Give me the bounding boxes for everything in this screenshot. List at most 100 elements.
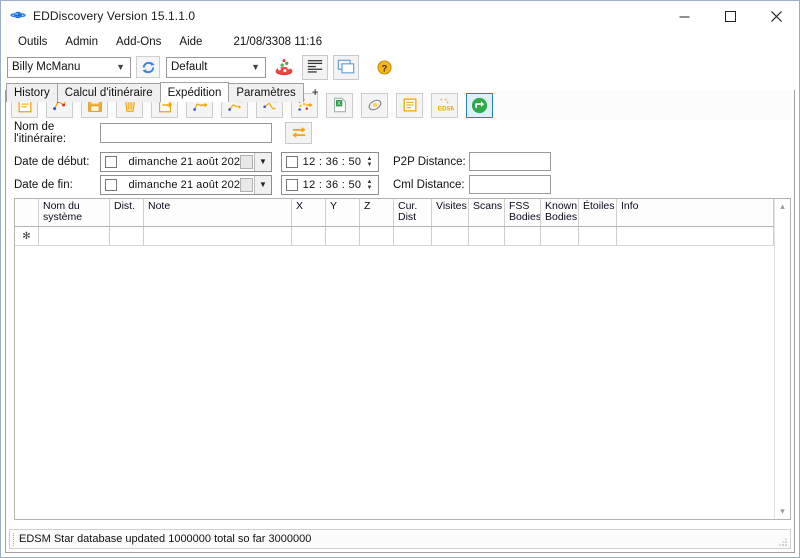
end-time-picker[interactable]: 12 : 36 : 50 ▲ ▼ <box>281 174 379 195</box>
cell-col-known-bodies[interactable] <box>541 227 579 245</box>
col-info[interactable]: Info <box>617 199 774 226</box>
end-date-checkbox[interactable] <box>105 178 117 191</box>
row-header-cell[interactable]: ✻ <box>15 227 39 245</box>
cell-col-scans[interactable] <box>469 227 505 245</box>
chevron-down-icon: ▼ <box>116 62 125 72</box>
menu-outils[interactable]: Outils <box>9 34 56 50</box>
edsm-sync-button[interactable]: + + + EDSM <box>431 92 458 118</box>
commander-value: Billy McManu <box>12 61 81 73</box>
window-controls <box>661 1 799 31</box>
p2p-distance-label: P2P Distance: <box>393 155 466 168</box>
col-z[interactable]: Z <box>360 199 394 226</box>
col-dist[interactable]: Dist. <box>110 199 144 226</box>
minimize-button[interactable] <box>661 1 707 31</box>
tab-calcul-itineraire[interactable]: Calcul d'itinéraire <box>56 83 161 102</box>
swap-route-button[interactable] <box>285 121 312 144</box>
menu-admin[interactable]: Admin <box>56 34 107 50</box>
start-date-day: 21 <box>180 155 194 168</box>
window-panel-button[interactable] <box>333 54 359 80</box>
start-date-month: août <box>196 155 219 168</box>
cell-col-z[interactable] <box>360 227 394 245</box>
start-time-spinner[interactable]: ▲ ▼ <box>362 154 377 170</box>
cell-col-x[interactable] <box>292 227 326 245</box>
title-bar: EDDiscovery Version 15.1.1.0 <box>1 1 799 31</box>
cell-col-system-name[interactable] <box>39 227 110 245</box>
end-date-dropdown-icon[interactable]: ▼ <box>254 175 271 194</box>
report-button[interactable] <box>302 54 328 80</box>
start-date-checkbox[interactable] <box>105 155 117 168</box>
cell-col-y[interactable] <box>326 227 360 245</box>
menu-aide[interactable]: Aide <box>170 34 211 50</box>
end-date-picker[interactable]: dimanche 21 août 2022 ▼ <box>100 174 272 195</box>
green-arrow-circle-icon <box>471 97 488 113</box>
col-system-name[interactable]: Nom du système <box>39 199 110 226</box>
notes-button[interactable] <box>396 92 423 118</box>
layout-value: Default <box>171 61 208 73</box>
start-date-row: Date de début: dimanche 21 août 2022 ▼ 1… <box>6 151 794 172</box>
3d-map-button[interactable] <box>271 55 297 80</box>
tab-history[interactable]: History <box>6 83 58 102</box>
col-x[interactable]: X <box>292 199 326 226</box>
route-name-input[interactable] <box>100 122 272 143</box>
commander-select[interactable]: Billy McManu ▼ <box>7 56 131 78</box>
cell-col-visites[interactable] <box>432 227 469 245</box>
col-y[interactable]: Y <box>326 199 360 226</box>
route-name-label: Nom de l'itinéraire: <box>14 120 67 145</box>
scroll-down-icon[interactable]: ▾ <box>780 506 785 517</box>
galaxy-search-button[interactable] <box>361 92 388 118</box>
route-grid-scrollbar[interactable]: ▴ ▾ <box>774 199 790 519</box>
start-date-picker[interactable]: dimanche 21 août 2022 ▼ <box>100 151 272 172</box>
scroll-up-icon[interactable]: ▴ <box>780 201 785 212</box>
expedition-page: N N <box>5 90 795 553</box>
tab-add[interactable]: + <box>303 83 328 102</box>
status-bar: EDSM Star database updated 1000000 total… <box>9 529 791 549</box>
help-button[interactable]: ? <box>371 55 397 80</box>
col-known-bodies[interactable]: Known Bodies <box>541 199 579 226</box>
maximize-button[interactable] <box>707 1 753 31</box>
start-date-text: dimanche 21 août 2022 <box>117 156 254 168</box>
end-date-label: Date de fin: <box>14 178 73 191</box>
table-row[interactable]: ✻ <box>15 227 774 246</box>
tab-parametres[interactable]: Paramètres <box>228 83 304 102</box>
tab-expedition[interactable]: Expédition <box>159 82 230 102</box>
menu-addons[interactable]: Add-Ons <box>107 34 170 50</box>
end-time-spinner[interactable]: ▲ ▼ <box>362 177 377 193</box>
col-scans[interactable]: Scans <box>469 199 505 226</box>
col-note[interactable]: Note <box>144 199 292 226</box>
p2p-distance-input[interactable] <box>469 152 551 171</box>
edsm-stars-icon: + + + EDSM <box>437 97 453 112</box>
col-cur-dist[interactable]: Cur. Dist <box>394 199 432 226</box>
start-time-checkbox[interactable] <box>286 155 298 168</box>
cml-distance-input[interactable] <box>469 175 551 194</box>
cell-col-dist[interactable] <box>110 227 144 245</box>
route-grid-header: Nom du système Dist. Note X Y Z Cur. Dist Visit… <box>15 199 774 227</box>
close-button[interactable] <box>753 1 799 31</box>
end-time-checkbox[interactable] <box>286 178 298 191</box>
col-visites[interactable]: Visites <box>432 199 469 226</box>
start-date-dropdown-icon[interactable]: ▼ <box>254 152 271 171</box>
col-fss-bodies[interactable]: FSS Bodies <box>505 199 541 226</box>
refresh-button[interactable] <box>136 56 160 78</box>
send-to-route-button[interactable] <box>466 92 493 118</box>
cell-col-note[interactable] <box>144 227 292 245</box>
layout-select[interactable]: Default ▼ <box>166 56 266 78</box>
end-date-month: août <box>196 178 219 191</box>
resize-grip-icon[interactable] <box>778 537 788 547</box>
col-etoiles[interactable]: Étoiles <box>579 199 617 226</box>
cell-col-fss-bodies[interactable] <box>505 227 541 245</box>
window-title: EDDiscovery Version 15.1.1.0 <box>33 9 196 23</box>
end-date-weekday: dimanche <box>128 178 178 191</box>
cell-col-info[interactable] <box>617 227 774 245</box>
col-rowheader[interactable] <box>15 199 39 226</box>
svg-text:?: ? <box>381 63 387 73</box>
galaxy-icon <box>368 99 381 111</box>
help-question-icon: ? <box>376 59 392 75</box>
start-date-label: Date de début: <box>14 155 90 168</box>
start-time-picker[interactable]: 12 : 36 : 50 ▲ ▼ <box>281 151 379 172</box>
cell-col-cur-dist[interactable] <box>394 227 432 245</box>
cml-distance-label: Cml Distance: <box>393 178 465 191</box>
excel-export-button[interactable]: X <box>326 92 353 118</box>
route-name-row: Nom de l'itinéraire: <box>6 120 794 145</box>
cell-col-etoiles[interactable] <box>579 227 617 245</box>
route-grid-body: Nom du système Dist. Note X Y Z Cur. Dist Visit… <box>15 199 774 519</box>
